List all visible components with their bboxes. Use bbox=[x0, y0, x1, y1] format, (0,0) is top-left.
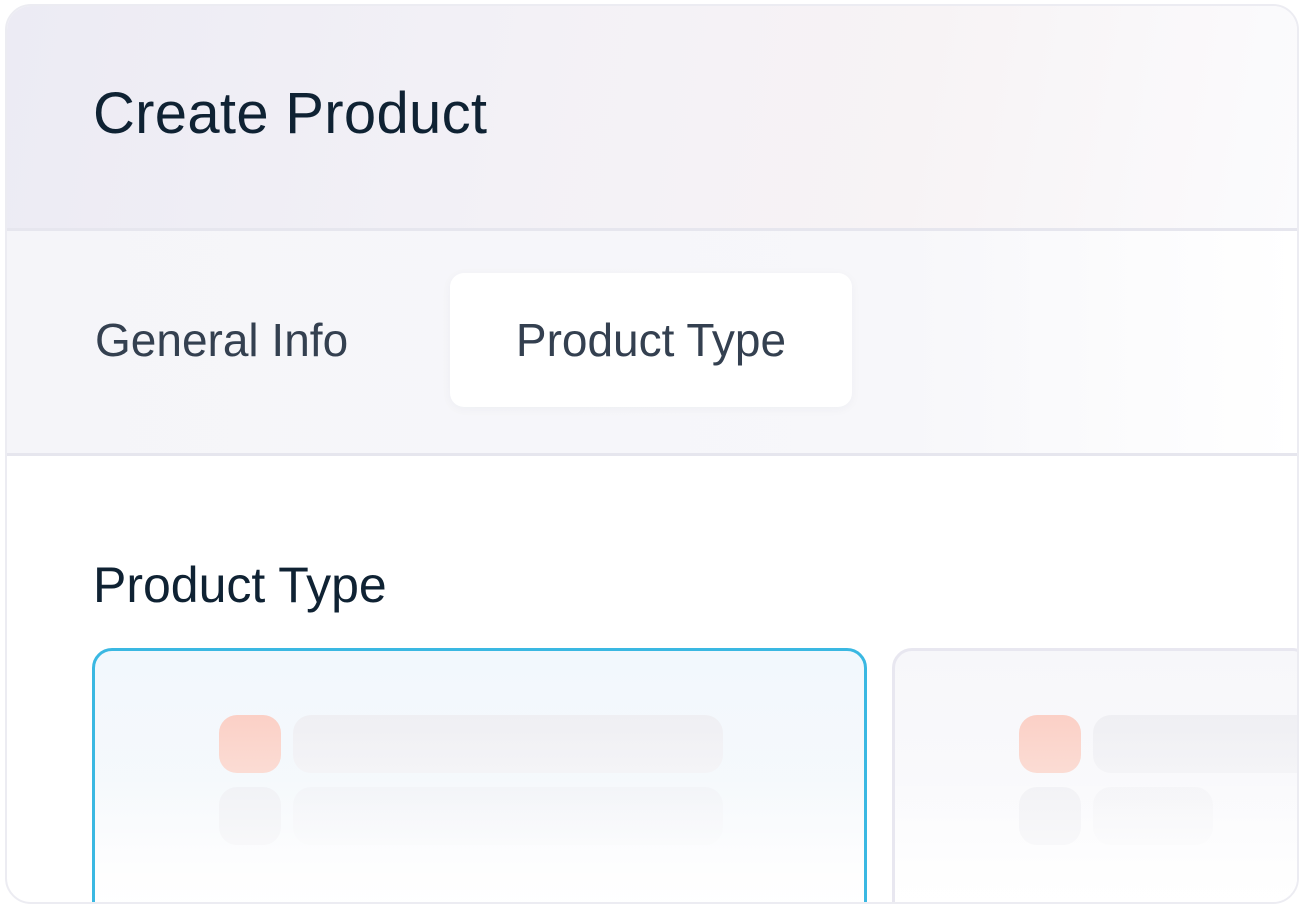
tab-general-info[interactable]: General Info bbox=[95, 273, 348, 407]
section-title: Product Type bbox=[93, 557, 387, 613]
panel-header: Create Product bbox=[7, 6, 1297, 231]
option-secondary-icon-placeholder bbox=[219, 787, 281, 845]
create-product-panel: Create Product General Info Product Type… bbox=[5, 4, 1299, 904]
option-icon-placeholder bbox=[219, 715, 281, 773]
tab-bar: General Info Product Type bbox=[7, 231, 1297, 456]
product-type-option-card[interactable] bbox=[92, 648, 867, 902]
page-title: Create Product bbox=[93, 81, 488, 146]
option-secondary-icon-placeholder bbox=[1019, 787, 1081, 845]
option-title-placeholder bbox=[293, 715, 723, 773]
product-type-option-card[interactable] bbox=[892, 648, 1297, 902]
option-icon-placeholder bbox=[1019, 715, 1081, 773]
option-title-placeholder bbox=[1093, 715, 1297, 773]
option-description-placeholder bbox=[1093, 787, 1213, 845]
tab-product-type[interactable]: Product Type bbox=[450, 273, 852, 407]
option-description-placeholder bbox=[293, 787, 723, 845]
